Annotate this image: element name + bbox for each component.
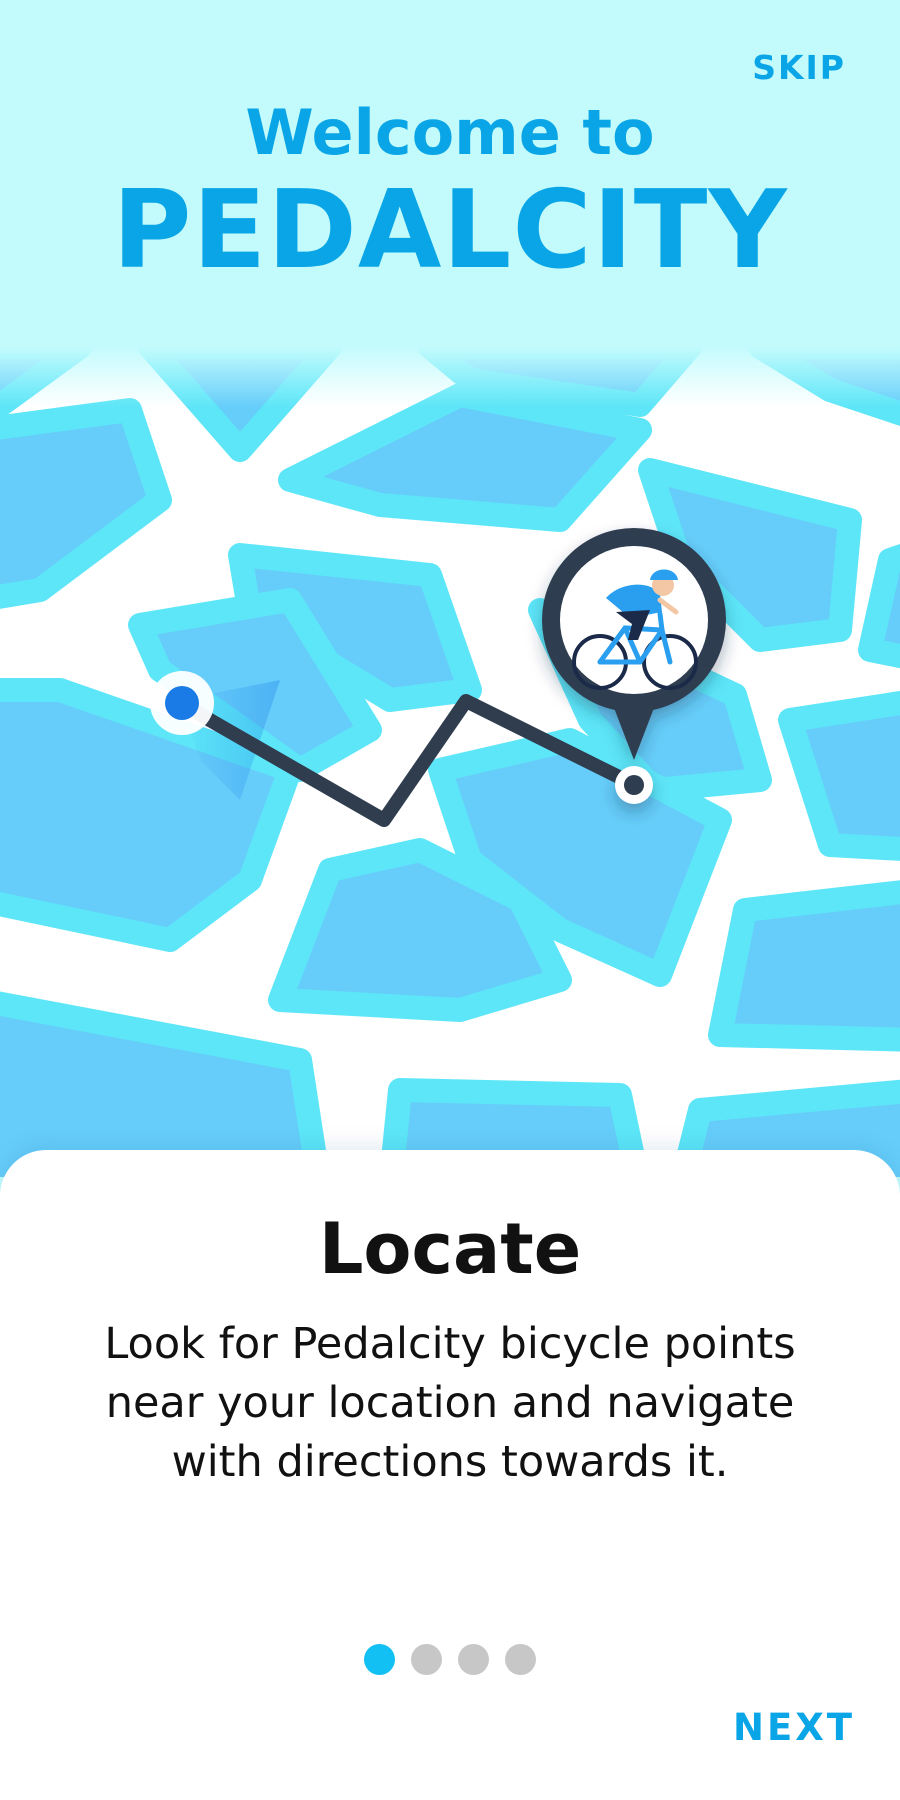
location-dot-icon <box>150 671 214 735</box>
page-dot-1[interactable] <box>364 1644 395 1675</box>
map-fade <box>0 347 900 407</box>
map-illustration <box>0 347 900 1177</box>
card-description: Look for Pedalcity bicycle points near y… <box>104 1319 796 1487</box>
welcome-header: SKIP Welcome to PEDALCITY <box>0 0 900 347</box>
welcome-heading: Welcome to <box>245 96 655 169</box>
skip-button[interactable]: SKIP <box>752 48 846 87</box>
page-indicator <box>0 1644 900 1675</box>
brand-title: PEDALCITY <box>112 168 788 293</box>
page-dot-2[interactable] <box>411 1644 442 1675</box>
onboarding-card: Locate Look for Pedalcity bicycle points… <box>0 1150 900 1800</box>
page-dot-4[interactable] <box>505 1644 536 1675</box>
page-dot-3[interactable] <box>458 1644 489 1675</box>
next-button[interactable]: NEXT <box>733 1706 855 1749</box>
card-title: Locate <box>318 1208 582 1290</box>
